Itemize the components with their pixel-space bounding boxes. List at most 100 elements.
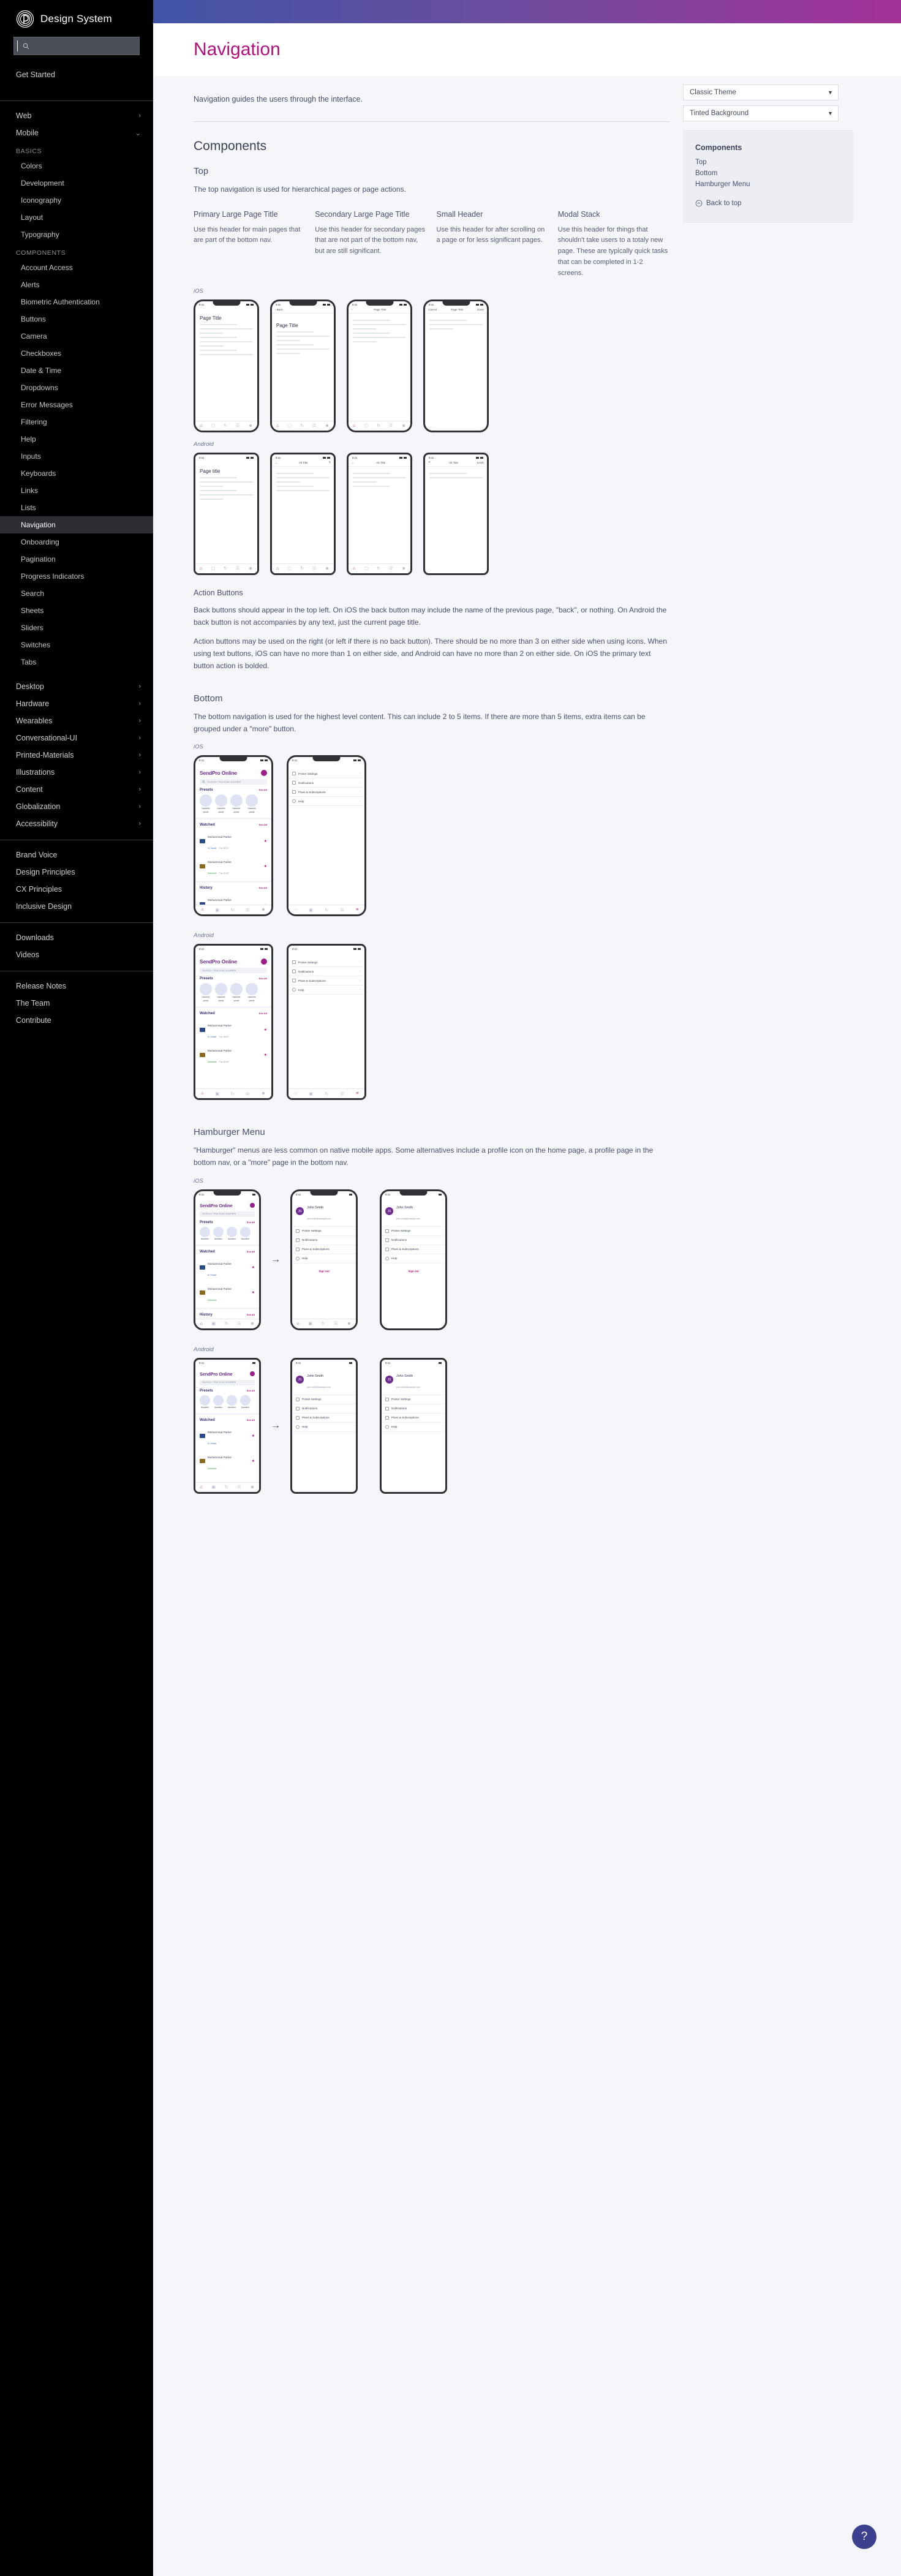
star-icon[interactable]: ★ — [264, 864, 267, 868]
sidebar-item-sheets[interactable]: Sheets — [0, 602, 153, 619]
menu-item-help[interactable]: Help — [382, 1254, 445, 1264]
see-all-link[interactable]: See All — [247, 1418, 255, 1422]
see-all-link[interactable]: See All — [259, 977, 267, 980]
sidebar-item-wearables[interactable]: Wearables › — [0, 712, 153, 729]
sidebar-item-printed-materials[interactable]: Printed-Materials › — [0, 747, 153, 764]
sidebar-item-search[interactable]: Search — [0, 585, 153, 602]
contacts-icon[interactable]: ☻ — [250, 1485, 254, 1489]
home-icon[interactable]: ⌂ — [295, 1091, 297, 1096]
sidebar-item-alerts[interactable]: Alerts — [0, 276, 153, 293]
sidebar-item-hardware[interactable]: Hardware › — [0, 695, 153, 712]
sidebar-item-keyboards[interactable]: Keyboards — [0, 465, 153, 482]
sidebar-item-desktop[interactable]: Desktop › — [0, 678, 153, 695]
see-all-link[interactable]: See All — [259, 886, 267, 889]
close-icon[interactable]: ✕ — [428, 461, 431, 464]
preset-item[interactable]: Namethe preset — [215, 794, 227, 814]
menu-item-notifications[interactable]: Notifications › — [288, 778, 364, 788]
card-icon[interactable]: ☰ — [334, 1321, 337, 1326]
back-to-top-button[interactable]: Back to top — [695, 200, 841, 207]
sidebar-item-layout[interactable]: Layout — [0, 209, 153, 226]
phone-top-nav[interactable]: Cancel Page Title Done — [425, 306, 487, 314]
contacts-icon[interactable]: ☻ — [261, 1091, 265, 1096]
phone-bottom-nav[interactable]: ⌂ ▢ ↻ ☰ ☻ — [195, 563, 257, 573]
hamburger-icon[interactable]: ≡ — [356, 908, 358, 912]
sidebar-item-progress-indicators[interactable]: Progress Indicators — [0, 568, 153, 585]
toc-link-hamburger-menu[interactable]: Hamburger Menu — [695, 179, 841, 190]
phone-bottom-nav[interactable]: ⌂ ▣ ↻ ☰ ☻ — [195, 1088, 271, 1099]
see-all-link[interactable]: See All — [247, 1313, 255, 1316]
card-icon[interactable]: ☰ — [246, 908, 249, 913]
history-icon[interactable]: ↻ — [231, 1091, 235, 1096]
see-all-link[interactable]: See All — [247, 1250, 255, 1253]
brand[interactable]: Design System — [0, 0, 153, 37]
preset-item[interactable]: Namethe preset — [230, 983, 243, 1003]
search-icon[interactable]: ⚲ — [329, 461, 331, 464]
history-icon[interactable]: ↻ — [325, 1091, 328, 1096]
home-icon[interactable]: ⌂ — [200, 1485, 202, 1489]
ship-icon[interactable]: ▣ — [211, 1485, 216, 1489]
tracking-row[interactable]: Muhammad Parker Delivered ★ — [200, 1450, 255, 1472]
sidebar-item-sliders[interactable]: Sliders — [0, 619, 153, 636]
back-arrow-icon[interactable]: ← — [275, 461, 278, 464]
menu-item-printer-settings[interactable]: Printer Settings — [382, 1395, 445, 1404]
ship-icon[interactable]: ▣ — [215, 1091, 219, 1096]
sidebar-item-brand-voice[interactable]: Brand Voice — [0, 846, 153, 864]
star-icon[interactable]: ★ — [252, 1434, 255, 1438]
phone-top-nav[interactable]: ‹ Page Title — [349, 306, 410, 314]
preset-item[interactable]: Namethe — [240, 1226, 251, 1241]
menu-item-help[interactable]: Help › — [288, 985, 364, 995]
tracking-row[interactable]: Muhammad Parker Delivered Tue 10/15 ★ — [200, 1044, 267, 1066]
phone-top-nav[interactable]: ← Alt Title ⚲ — [272, 459, 334, 467]
preset-item[interactable]: Namethe — [213, 1395, 224, 1409]
card-icon[interactable]: ☰ — [341, 1091, 344, 1096]
sidebar-item-dropdowns[interactable]: Dropdowns — [0, 379, 153, 396]
star-icon[interactable]: ★ — [264, 839, 267, 843]
tracking-row[interactable]: Muhammad Parker Delivered ★ — [200, 1282, 255, 1304]
phone-bottom-nav[interactable]: ⌂ ▢ ↻ ☰ ☻ — [195, 420, 257, 431]
card-icon[interactable]: ☰ — [246, 1091, 249, 1096]
phone-bottom-nav[interactable]: ⌂ ▢ ↻ ☰ ☻ — [349, 420, 410, 431]
menu-item-printer-settings[interactable]: Printer Settings — [292, 1227, 356, 1236]
toc-link-top[interactable]: Top — [695, 157, 841, 168]
star-icon[interactable]: ★ — [264, 1028, 267, 1032]
menu-item-help[interactable]: Help — [382, 1423, 445, 1432]
sidebar-item-get-started[interactable]: Get Started — [0, 66, 153, 83]
tracking-row[interactable]: Muhammad Parker In-Transit Tue 10/15 ★ — [200, 830, 267, 852]
search-box[interactable] — [13, 37, 140, 55]
phone-bottom-nav[interactable]: ⌂ ▢ ↻ ☰ ☻ — [272, 420, 334, 431]
sidebar-item-checkboxes[interactable]: Checkboxes — [0, 345, 153, 362]
sidebar-item-mobile[interactable]: Mobile ⌄ — [0, 124, 153, 141]
help-button[interactable]: ? — [852, 2525, 876, 2549]
history-icon[interactable]: ↻ — [225, 1321, 228, 1326]
toc-link-bottom[interactable]: Bottom — [695, 168, 841, 179]
menu-item-plans-subscriptions[interactable]: Plans & Subscriptions › — [288, 976, 364, 986]
theme-select[interactable]: Classic Theme ▼ — [683, 85, 839, 100]
sign-out-button[interactable]: Sign out — [292, 1270, 356, 1273]
menu-item-plans-subscriptions[interactable]: Plans & Subscriptions — [382, 1245, 445, 1254]
preset-item[interactable]: Namethe — [227, 1395, 237, 1409]
sidebar-item-account-access[interactable]: Account Access — [0, 259, 153, 276]
profile-header[interactable]: JS John Smith john.smith@example.com — [382, 1365, 445, 1395]
phone-bottom-nav[interactable]: ⌂ ▣ ↻ ☰ ☻ — [195, 1318, 259, 1328]
back-arrow-icon[interactable]: ← — [352, 461, 355, 464]
sidebar-item-date-time[interactable]: Date & Time — [0, 362, 153, 379]
search-tracking-input[interactable]: SEARCH TRACKING NUMBER — [200, 968, 267, 974]
ship-icon[interactable]: ▣ — [309, 1091, 313, 1096]
back-icon[interactable]: ‹ — [352, 308, 353, 311]
ship-icon[interactable]: ▣ — [308, 1321, 312, 1326]
menu-item-notifications[interactable]: Notifications — [292, 1404, 356, 1414]
back-icon[interactable]: ‹ Back — [275, 308, 283, 311]
sign-out-button[interactable]: Sign out — [382, 1270, 445, 1273]
phone-bottom-nav[interactable]: ⌂ ▢ ↻ ☰ ☻ — [272, 563, 334, 573]
phone-bottom-nav[interactable]: ⌂ ▣ ↻ ☰ ☻ — [195, 905, 271, 915]
profile-header[interactable]: JS John Smith john.smith@example.com — [292, 1365, 356, 1395]
preset-item[interactable]: Namethe — [240, 1395, 251, 1409]
menu-item-help[interactable]: Help — [292, 1423, 356, 1432]
sidebar-item-biometric-authentication[interactable]: Biometric Authentication — [0, 293, 153, 311]
tracking-row[interactable]: Muhammad Parker In-Transit ★ — [200, 1257, 255, 1279]
sidebar-item-filtering[interactable]: Filtering — [0, 413, 153, 431]
hamburger-icon[interactable]: ≡ — [356, 1091, 358, 1096]
star-icon[interactable]: ★ — [252, 1290, 255, 1295]
search-tracking-input[interactable]: SEARCH TRACKING NUMBER — [200, 779, 267, 785]
sidebar-item-release-notes[interactable]: Release Notes — [0, 977, 153, 995]
